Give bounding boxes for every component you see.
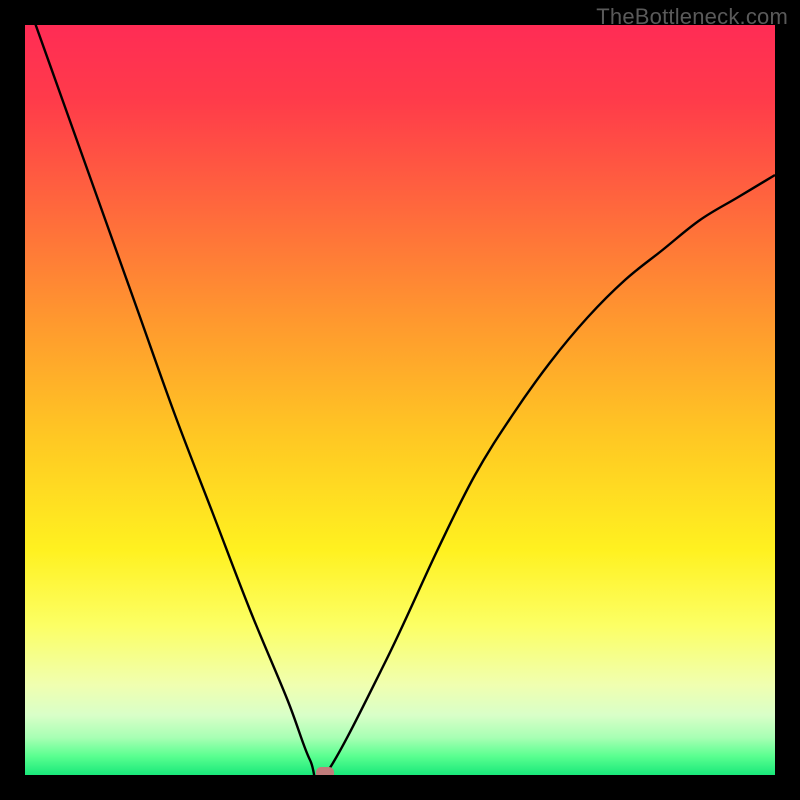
chart-svg	[25, 25, 775, 775]
chart-plot-area	[25, 25, 775, 775]
chart-background	[25, 25, 775, 775]
watermark-label: TheBottleneck.com	[596, 4, 788, 30]
chart-frame: TheBottleneck.com	[0, 0, 800, 800]
optimal-marker	[316, 767, 334, 775]
